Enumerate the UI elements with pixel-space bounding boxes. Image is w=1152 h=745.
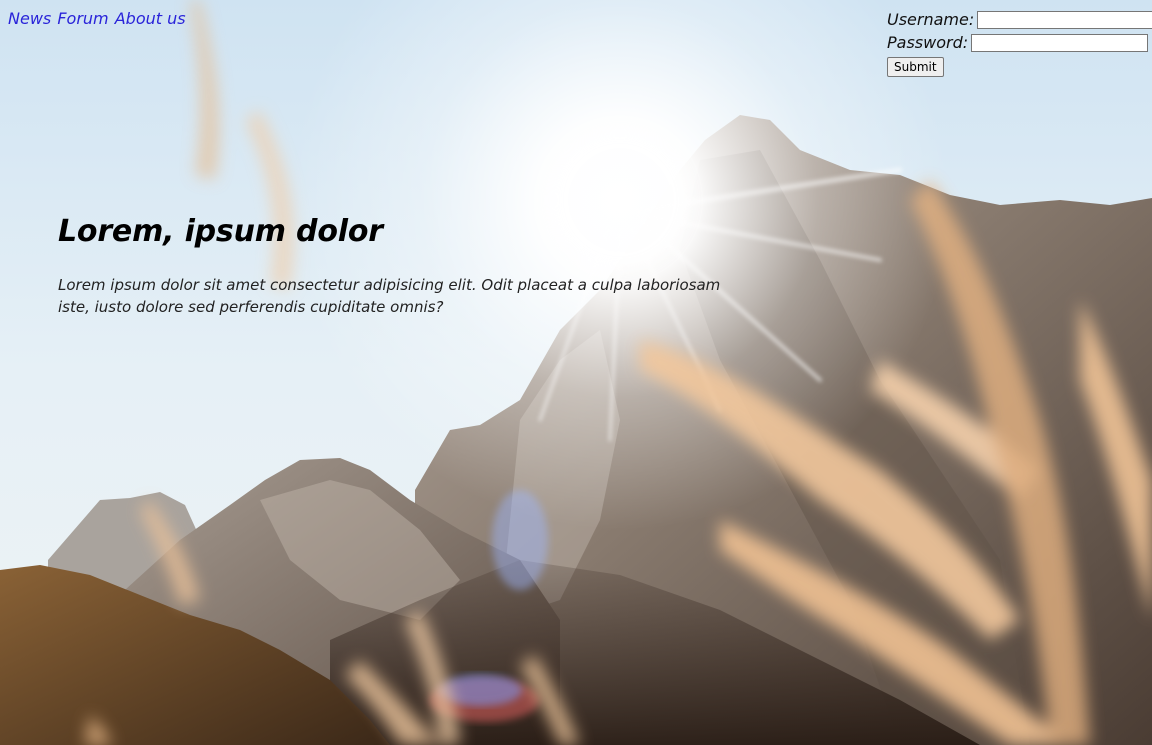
hero-body: Lorem ipsum dolor sit amet consectetur a… [58,276,721,316]
main-nav: News Forum About us [8,8,187,30]
password-label: Password: [887,33,969,52]
username-label: Username: [887,10,975,29]
username-input[interactable] [977,10,1152,29]
submit-button[interactable]: Submit [887,57,944,77]
hero-background-image [0,0,1152,745]
hero-section: Lorem, ipsum dolor Lorem ipsum dolor sit… [58,210,738,318]
password-row: Password: [887,31,1152,54]
nav-link-forum[interactable]: Forum [57,9,108,28]
username-row: Username: [887,8,1152,31]
hero-title: Lorem, ipsum dolor [58,214,383,249]
nav-link-about-us[interactable]: About us [115,9,186,28]
nav-link-news[interactable]: News [8,9,51,28]
login-form: Username: Password: Submit [887,8,1152,77]
password-input[interactable] [971,33,1149,52]
